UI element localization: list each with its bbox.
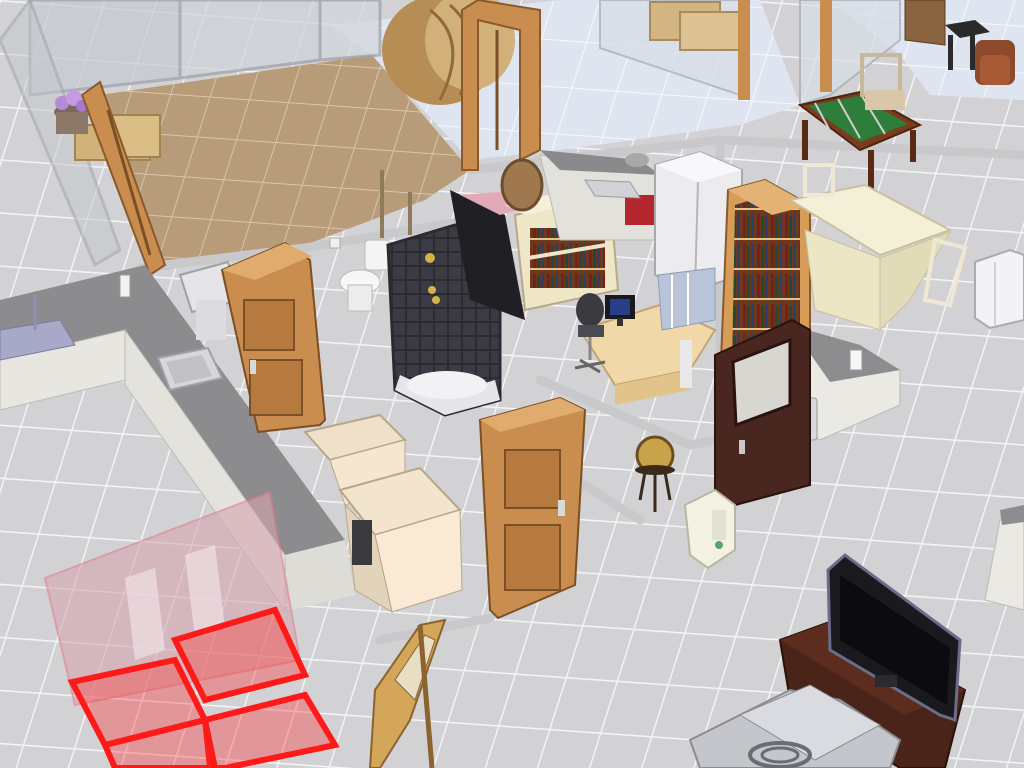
interior-door[interactable] <box>478 396 587 620</box>
round-mirror[interactable] <box>500 158 544 212</box>
game-viewport[interactable] <box>0 0 1024 768</box>
wooden-door-top[interactable] <box>904 0 946 46</box>
refrigerator[interactable] <box>974 248 1024 330</box>
rock <box>625 153 649 167</box>
armchair[interactable] <box>975 40 1015 85</box>
paper-towel[interactable] <box>119 274 131 298</box>
dark-door-with-glass[interactable] <box>714 318 811 507</box>
